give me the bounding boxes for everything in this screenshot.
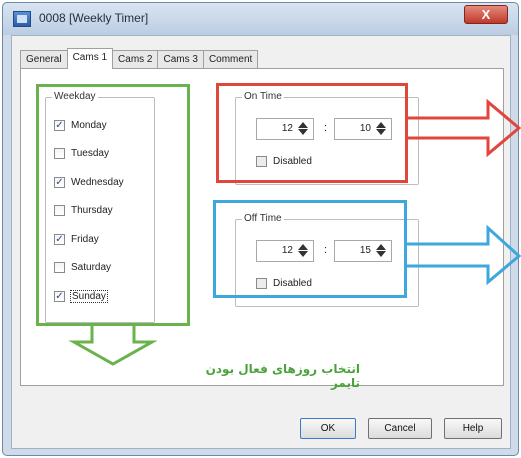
red-right-arrow-icon	[408, 98, 521, 158]
blue-right-arrow-icon	[407, 224, 521, 286]
tab-cams-1[interactable]: Cams 1	[66, 48, 114, 69]
annotation-caption: انتخاب روزهای فعال بودن تایمر	[205, 362, 360, 390]
green-down-arrow-icon	[68, 326, 158, 366]
